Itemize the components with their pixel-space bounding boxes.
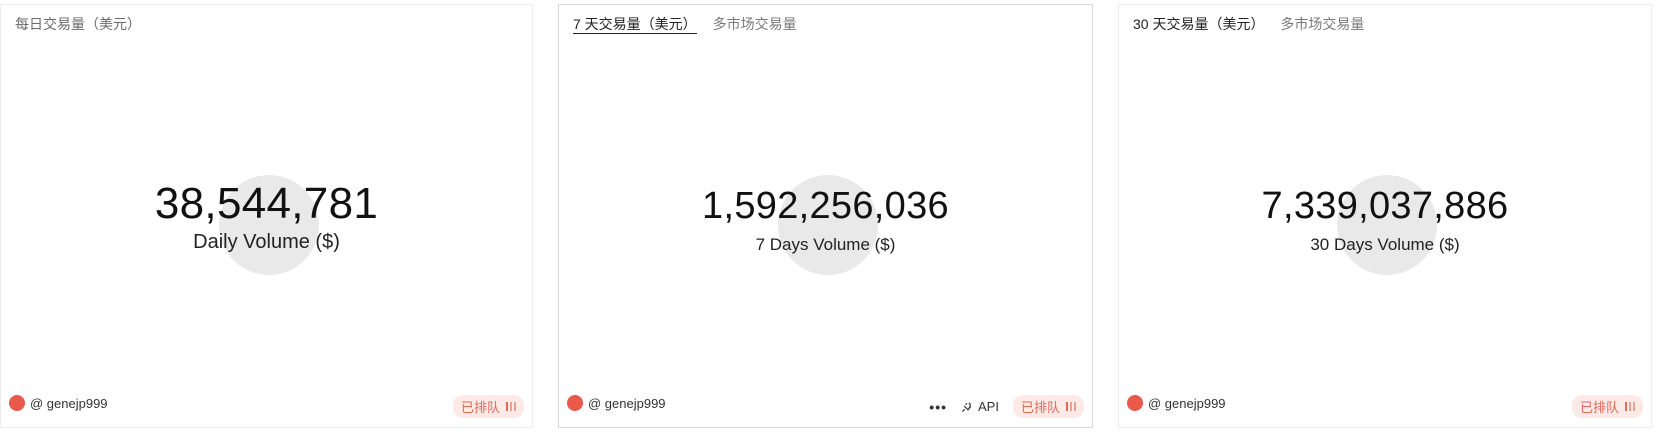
counter-label: Daily Volume ($) <box>193 231 340 253</box>
queue-bars-icon <box>1066 402 1076 411</box>
card-title: 每日交易量（美元） <box>15 16 141 32</box>
tab-7-day-volume[interactable]: 7 天交易量（美元） <box>573 16 697 34</box>
card-header: 30 天交易量（美元） 多市场交易量 <box>1133 14 1376 34</box>
tab-multi-market-volume[interactable]: 多市场交易量 <box>713 16 797 32</box>
card-footer: @ genejp999 已排队 <box>1127 395 1643 418</box>
weekly-volume-card: 7 天交易量（美元） 多市场交易量 1,592,256,036 7 Days V… <box>558 4 1093 428</box>
counter-label: 30 Days Volume ($) <box>1310 235 1460 254</box>
counter-widget: 7,339,037,886 30 Days Volume ($) <box>1119 165 1651 285</box>
status-badge: 已排队 <box>1571 395 1643 418</box>
plug-icon <box>961 400 974 413</box>
status-text: 已排队 <box>1579 400 1619 415</box>
author-link[interactable]: @ genejp999 <box>567 395 666 411</box>
status-text: 已排队 <box>460 400 500 415</box>
author-name: @ genejp999 <box>30 395 108 411</box>
status-text: 已排队 <box>1020 400 1060 415</box>
status-badge: 已排队 <box>1012 395 1084 418</box>
footer-actions: 已排队 <box>1571 395 1643 418</box>
queue-bars-icon <box>506 402 516 411</box>
card-footer: @ genejp999 已排队 <box>9 395 524 418</box>
monthly-volume-card: 30 天交易量（美元） 多市场交易量 7,339,037,886 30 Days… <box>1118 4 1652 428</box>
daily-volume-card: 每日交易量（美元） 38,544,781 Daily Volume ($) @ … <box>0 4 533 428</box>
user-avatar <box>9 395 25 411</box>
tab-multi-market-volume[interactable]: 多市场交易量 <box>1280 16 1364 32</box>
footer-actions: 已排队 <box>452 395 524 418</box>
author-name: @ genejp999 <box>1148 395 1226 411</box>
card-header: 7 天交易量（美元） 多市场交易量 <box>573 14 809 34</box>
queue-bars-icon <box>1625 402 1635 411</box>
author-name: @ genejp999 <box>588 395 666 411</box>
author-link[interactable]: @ genejp999 <box>1127 395 1226 411</box>
counter-label: 7 Days Volume ($) <box>755 235 896 254</box>
api-label: API <box>978 399 999 414</box>
tab-30-day-volume[interactable]: 30 天交易量（美元） <box>1133 16 1264 32</box>
status-badge: 已排队 <box>452 395 524 418</box>
footer-actions: ••• API 已排队 <box>929 395 1084 418</box>
counter-widget: 38,544,781 Daily Volume ($) <box>1 165 532 285</box>
user-avatar <box>567 395 583 411</box>
api-button[interactable]: API <box>961 399 999 414</box>
user-avatar <box>1127 395 1143 411</box>
counter-value: 38,544,781 <box>154 179 379 228</box>
card-header: 每日交易量（美元） <box>15 14 141 34</box>
counter-value: 1,592,256,036 <box>702 185 949 227</box>
counter-value: 7,339,037,886 <box>1261 185 1509 227</box>
author-link[interactable]: @ genejp999 <box>9 395 108 411</box>
card-footer: @ genejp999 ••• API 已排队 <box>567 395 1084 418</box>
counter-widget: 1,592,256,036 7 Days Volume ($) <box>559 165 1092 285</box>
more-options-button[interactable]: ••• <box>929 400 947 414</box>
